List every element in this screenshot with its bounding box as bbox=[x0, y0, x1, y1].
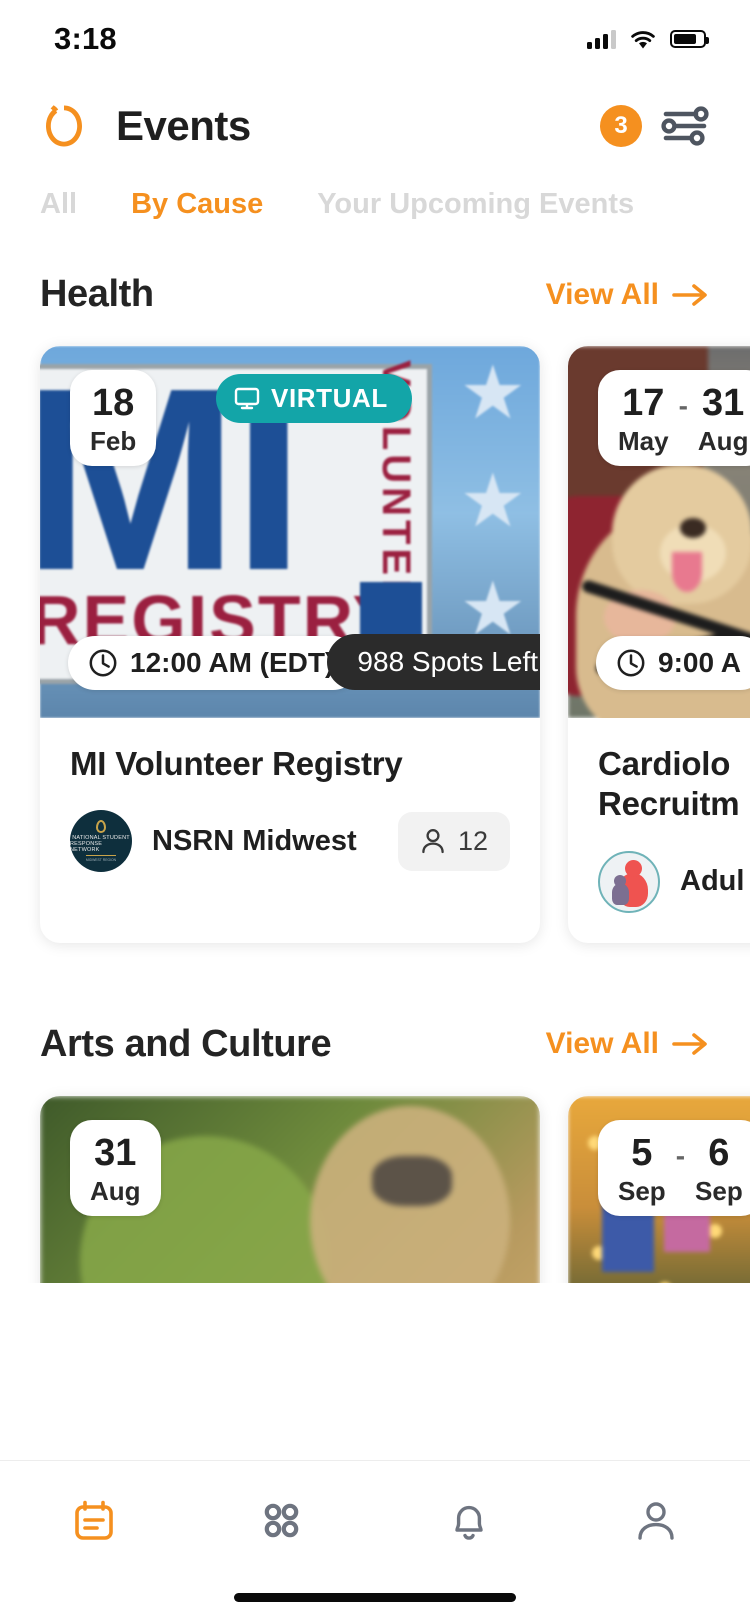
event-org-row: NATIONAL STUDENT RESPONSE NETWORK MIDWES… bbox=[70, 810, 510, 873]
date-month: May bbox=[618, 426, 669, 456]
date-day: 31 bbox=[94, 1131, 137, 1174]
virtual-badge: VIRTUAL bbox=[216, 374, 412, 423]
filter-count-badge[interactable]: 3 bbox=[600, 105, 642, 147]
app-logo-ring-icon bbox=[46, 105, 82, 147]
event-card-summer-sounds[interactable]: Summer Sounds 31 Aug bbox=[40, 1095, 540, 1283]
event-time-label: 12:00 AM (EDT) bbox=[130, 647, 335, 678]
page-title: Events bbox=[116, 102, 251, 149]
arrow-right-icon bbox=[672, 283, 707, 306]
date-month-end: Sep bbox=[695, 1175, 743, 1206]
bell-icon bbox=[455, 1505, 483, 1540]
view-all-health-button[interactable]: View All bbox=[546, 278, 710, 312]
monitor-icon bbox=[234, 387, 260, 409]
wifi-icon bbox=[631, 30, 655, 48]
nav-item-events[interactable] bbox=[0, 1497, 188, 1545]
header-right-group: 3 bbox=[600, 104, 710, 148]
date-day: 18 bbox=[91, 382, 135, 424]
grid-dots-icon bbox=[264, 1503, 299, 1538]
event-card-body: Cardiolo Recruitm Adul bbox=[568, 718, 750, 943]
event-date-badge: 5 Sep - 6 Sep bbox=[598, 1119, 750, 1216]
section-header-arts-and-culture: Arts and Culture View All bbox=[0, 1023, 750, 1066]
tab-all[interactable]: All bbox=[40, 188, 131, 221]
tab-your-upcoming-events[interactable]: Your Upcoming Events bbox=[317, 188, 688, 221]
section-title: Arts and Culture bbox=[40, 1022, 332, 1065]
spots-left-pill: 988 Spots Left bbox=[327, 634, 540, 690]
org-avatar: NATIONAL STUDENT RESPONSE NETWORK MIDWES… bbox=[70, 810, 132, 873]
section-header-health: Health View All bbox=[0, 273, 750, 316]
calendar-icon bbox=[74, 1500, 113, 1540]
date-month: Aug bbox=[90, 1175, 141, 1206]
event-card-cardiology-recruitment[interactable]: 17 May - 31 Aug 9:00 A Cardiolo Recruitm… bbox=[568, 346, 750, 943]
event-title: Cardiolo Recruitm bbox=[598, 745, 740, 823]
arrow-right-icon bbox=[672, 1033, 707, 1055]
events-scroll-area[interactable]: Health View All MI REGISTRY VOLUNTEER ★ ★… bbox=[0, 221, 750, 1283]
view-all-label: View All bbox=[545, 1027, 659, 1060]
event-time-pill: 9:00 A bbox=[596, 636, 750, 690]
event-date-badge: 18 Feb bbox=[70, 370, 157, 466]
date-range-dash: - bbox=[678, 390, 688, 421]
event-card-image: 5 Sep - 6 Sep bbox=[568, 1095, 750, 1283]
nav-item-notifications[interactable] bbox=[375, 1497, 563, 1545]
virtual-label: VIRTUAL bbox=[271, 383, 388, 413]
battery-icon bbox=[670, 30, 709, 48]
event-card-mi-volunteer-registry[interactable]: MI REGISTRY VOLUNTEER ★ ★ ★ 18 Feb VIRTU… bbox=[40, 346, 540, 943]
event-date-badge: 31 Aug bbox=[70, 1119, 161, 1216]
cellular-signal-icon bbox=[587, 29, 616, 49]
event-time-pill: 12:00 AM (EDT) bbox=[68, 636, 361, 690]
app-header: Events 3 bbox=[0, 78, 750, 174]
attendee-count-chip: 12 bbox=[397, 811, 510, 871]
tab-by-cause[interactable]: By Cause bbox=[131, 188, 317, 221]
date-range-dash: - bbox=[675, 1139, 686, 1171]
org-avatar bbox=[598, 850, 660, 913]
filter-sliders-icon[interactable] bbox=[660, 104, 710, 148]
date-month-end: Aug bbox=[697, 426, 749, 456]
event-title: MI Volunteer Registry bbox=[70, 745, 403, 782]
status-bar-indicators bbox=[587, 29, 709, 50]
date-day-end: 6 bbox=[708, 1131, 730, 1174]
event-card-body: MI Volunteer Registry NATIONAL STUDENT R… bbox=[40, 718, 540, 902]
header-left-group: Events bbox=[40, 101, 251, 151]
event-card-image: Summer Sounds 31 Aug bbox=[40, 1095, 540, 1283]
event-card-image: MI REGISTRY VOLUNTEER ★ ★ ★ 18 Feb VIRTU… bbox=[40, 346, 540, 718]
event-card-fall-festival[interactable]: 5 Sep - 6 Sep bbox=[568, 1095, 750, 1283]
clock-icon bbox=[617, 649, 645, 677]
event-card-image: 17 May - 31 Aug 9:00 A bbox=[568, 346, 750, 718]
person-icon bbox=[422, 829, 444, 854]
date-day: 5 bbox=[631, 1131, 653, 1174]
org-name: NSRN Midwest bbox=[152, 824, 357, 857]
org-name: Adul bbox=[680, 865, 745, 897]
event-time-label: 9:00 A bbox=[658, 647, 742, 678]
date-month: Feb bbox=[90, 426, 137, 456]
status-bar: 3:18 bbox=[0, 0, 750, 78]
event-date-badge: 17 May - 31 Aug bbox=[598, 370, 750, 466]
nav-item-profile[interactable] bbox=[563, 1497, 750, 1545]
category-tabs: All By Cause Your Upcoming Events bbox=[0, 174, 750, 221]
date-day-end: 31 bbox=[702, 382, 745, 424]
bottom-navigation-bar bbox=[0, 1460, 750, 1624]
section-title: Health bbox=[40, 273, 154, 315]
home-indicator bbox=[234, 1593, 516, 1602]
clock-icon bbox=[89, 649, 117, 677]
person-icon bbox=[638, 1502, 674, 1540]
view-all-arts-button[interactable]: View All bbox=[546, 1027, 710, 1061]
attendee-count: 12 bbox=[457, 825, 488, 856]
nav-item-explore[interactable] bbox=[188, 1497, 376, 1543]
view-all-label: View All bbox=[545, 277, 659, 311]
status-bar-time: 3:18 bbox=[54, 21, 117, 56]
date-month: Sep bbox=[618, 1175, 666, 1206]
image-overlay-text: Summer Sounds bbox=[76, 1281, 530, 1283]
event-org-row: Adul bbox=[598, 850, 750, 913]
health-cards-row[interactable]: MI REGISTRY VOLUNTEER ★ ★ ★ 18 Feb VIRTU… bbox=[0, 346, 750, 943]
arts-cards-row[interactable]: Summer Sounds 31 Aug bbox=[0, 1095, 750, 1283]
date-day: 17 bbox=[622, 382, 665, 424]
